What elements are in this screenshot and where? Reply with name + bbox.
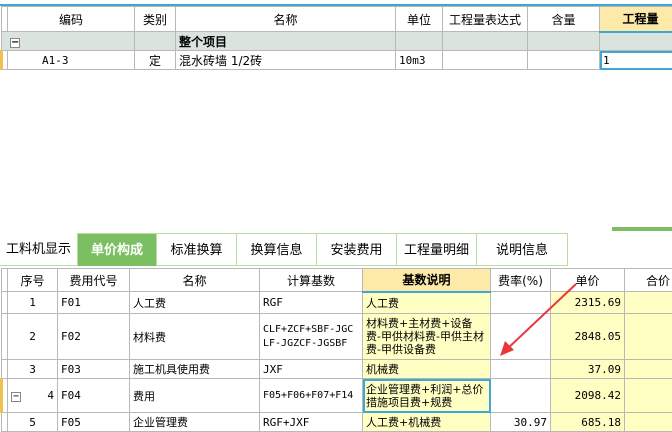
red-arrow-annotation bbox=[0, 0, 672, 419]
